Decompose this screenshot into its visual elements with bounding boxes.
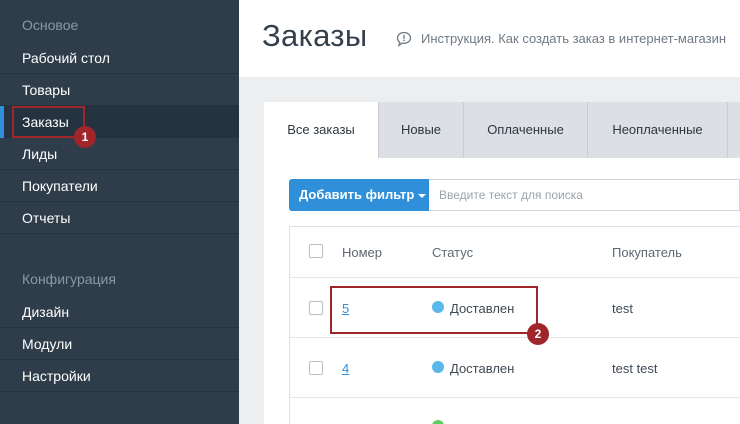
sidebar-item-settings[interactable]: Настройки (0, 360, 239, 392)
sidebar-section-main: Основое (22, 17, 79, 33)
select-all-checkbox[interactable] (309, 244, 323, 258)
tab-unpaid[interactable]: Неоплаченные (587, 102, 727, 158)
order-tabs: Все заказы Новые Оплаченные Неоплаченные (264, 102, 740, 158)
search-input[interactable] (429, 179, 740, 211)
tab-all-orders[interactable]: Все заказы (264, 102, 378, 158)
sidebar: Основое Рабочий стол Товары Заказы Лиды … (0, 0, 239, 424)
table-row[interactable]: 4 Доставлен test test (290, 338, 740, 398)
tab-paid[interactable]: Оплаченные (463, 102, 587, 158)
sidebar-item-dashboard[interactable]: Рабочий стол (0, 42, 239, 74)
sidebar-item-reports[interactable]: Отчеты (0, 202, 239, 234)
tab-new[interactable]: Новые (378, 102, 463, 158)
page-title: Заказы (262, 18, 368, 53)
sidebar-item-products[interactable]: Товары (0, 74, 239, 106)
column-number[interactable]: Номер (342, 245, 382, 260)
column-status[interactable]: Статус (432, 245, 473, 260)
row-checkbox[interactable] (309, 361, 323, 375)
add-filter-label: Добавить фильтр (299, 187, 415, 202)
sidebar-section-config: Конфигурация (22, 271, 116, 287)
sidebar-item-modules[interactable]: Модули (0, 328, 239, 360)
order-buyer: test test (612, 361, 658, 376)
status-dot-icon (432, 361, 444, 373)
order-buyer: test (612, 301, 633, 316)
annotation-badge-1: 1 (74, 126, 96, 148)
table-header-row: Номер Статус Покупатель (290, 227, 740, 278)
highlight-box-order-row (330, 286, 538, 334)
comment-icon[interactable] (396, 31, 412, 47)
row-checkbox[interactable] (309, 301, 323, 315)
annotation-badge-2: 2 (527, 323, 549, 345)
help-link[interactable]: Инструкция. Как создать заказ в интернет… (421, 31, 726, 46)
column-buyer[interactable]: Покупатель (612, 245, 682, 260)
caret-down-icon (418, 193, 427, 198)
add-filter-button[interactable]: Добавить фильтр (289, 179, 429, 211)
status-dot-icon (432, 420, 444, 424)
table-row[interactable] (290, 398, 740, 424)
tab-overflow[interactable] (727, 102, 740, 158)
sidebar-item-customers[interactable]: Покупатели (0, 170, 239, 202)
sidebar-item-design[interactable]: Дизайн (0, 296, 239, 328)
sidebar-item-leads[interactable]: Лиды (0, 138, 239, 170)
order-number-link[interactable]: 4 (342, 361, 349, 376)
order-status: Доставлен (450, 361, 515, 376)
page-header: Заказы Инструкция. Как создать заказ в и… (239, 0, 740, 77)
